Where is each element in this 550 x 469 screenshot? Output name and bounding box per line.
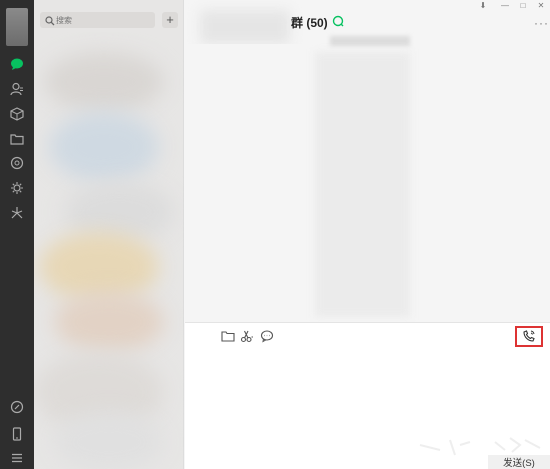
- more-button[interactable]: ···: [534, 16, 549, 30]
- mobile-icon[interactable]: [7, 424, 27, 444]
- group-status-icon[interactable]: [332, 14, 344, 27]
- phone-icon[interactable]: [7, 397, 27, 417]
- minimize-button[interactable]: —: [496, 0, 514, 12]
- pin-icon[interactable]: ⬇: [474, 0, 492, 12]
- maximize-button[interactable]: □: [514, 0, 532, 12]
- favorites-icon[interactable]: [7, 104, 27, 124]
- mini-programs-icon[interactable]: [7, 178, 27, 198]
- channels-icon[interactable]: [7, 203, 27, 223]
- scissors-icon[interactable]: [240, 329, 254, 343]
- group-call-icon[interactable]: [522, 329, 536, 343]
- files-icon[interactable]: [7, 129, 27, 149]
- search-input[interactable]: [54, 12, 149, 28]
- menu-icon[interactable]: [7, 448, 27, 468]
- chat-title: 群 (50): [291, 16, 328, 30]
- moments-icon[interactable]: [7, 153, 27, 173]
- chat-name-redacted: [200, 10, 290, 44]
- add-button[interactable]: +: [162, 12, 178, 28]
- chat-icon[interactable]: [7, 54, 27, 74]
- send-button[interactable]: 发送(S): [488, 455, 550, 469]
- close-button[interactable]: ✕: [532, 0, 550, 12]
- timestamp-redacted: [330, 36, 410, 46]
- messages-redacted: [315, 52, 410, 317]
- conversation-list[interactable]: [34, 32, 184, 469]
- chat-history-icon[interactable]: [260, 329, 274, 343]
- avatar[interactable]: [6, 8, 28, 46]
- contacts-icon[interactable]: [7, 79, 27, 99]
- folder-icon[interactable]: [221, 329, 235, 343]
